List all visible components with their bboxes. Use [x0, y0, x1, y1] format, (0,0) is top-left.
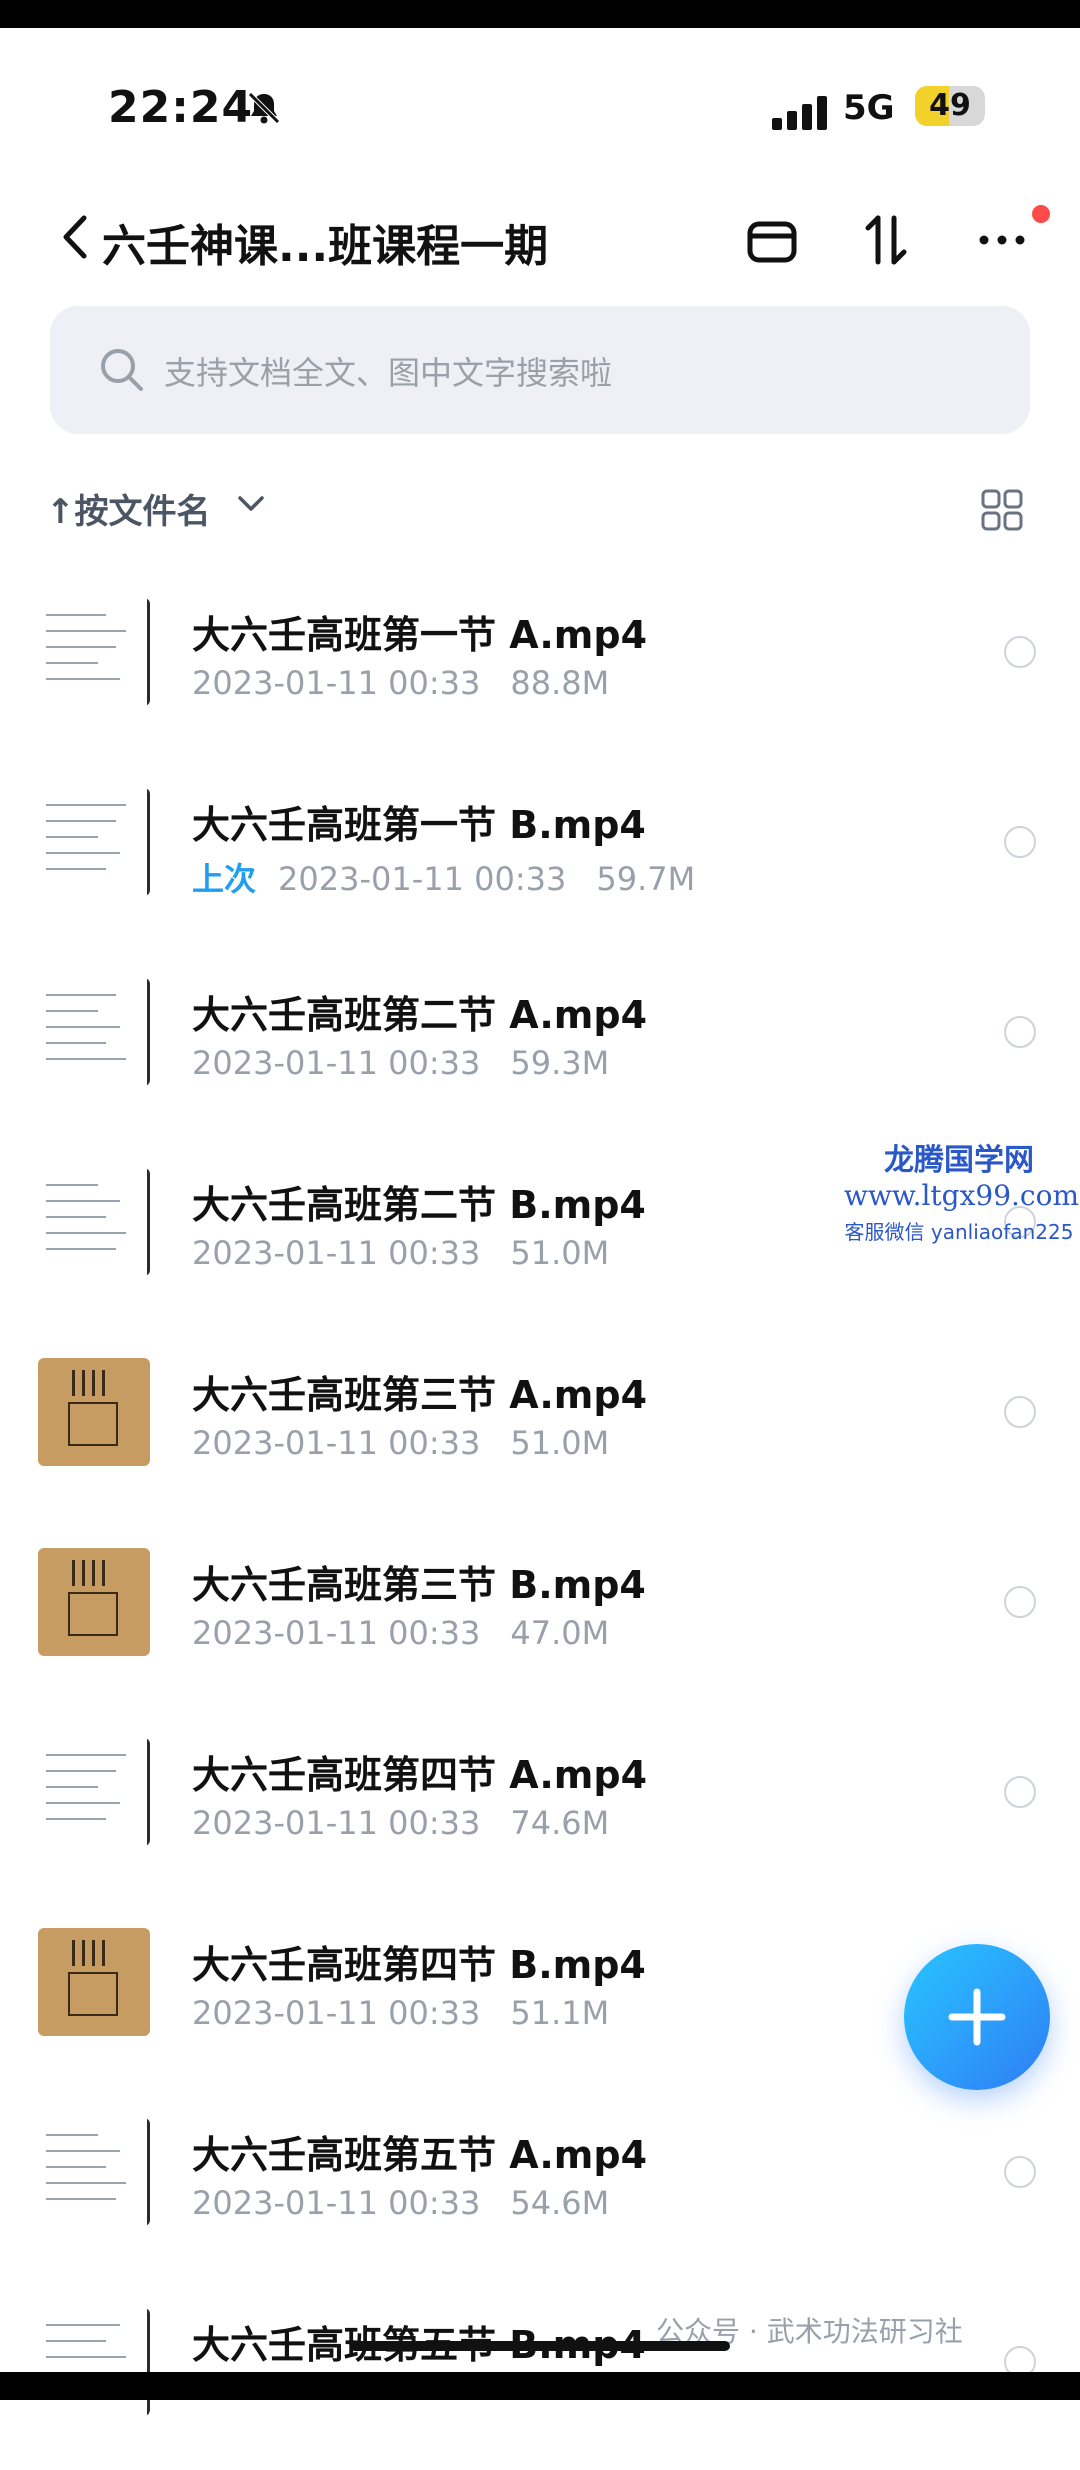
watermark-url: www.ltgx99.com: [844, 1179, 1080, 1212]
watermark: 龙腾国学网 www.ltgx99.com 客服微信 yanliaofan225: [844, 1135, 1080, 1245]
file-row[interactable]: 大六壬高班第三节 A.mp4 2023-01-11 00:33 51.0M: [0, 1330, 1080, 1520]
file-size: 74.6M: [510, 1804, 610, 1842]
watermark-title: 龙腾国学网: [884, 1143, 1034, 1178]
file-name: 大六壬高班第一节 A.mp4: [192, 613, 648, 657]
grid-view-icon[interactable]: [980, 488, 1024, 532]
file-thumbnail: [38, 1738, 150, 1846]
file-meta: 2023-01-11 00:33 51.0M: [192, 1234, 609, 1272]
file-name: 大六壬高班第四节 B.mp4: [192, 1943, 646, 1987]
sort-by-name-button[interactable]: ↑按文件名: [46, 484, 211, 533]
battery-level: 49: [929, 88, 971, 123]
file-name: 大六壬高班第二节 B.mp4: [192, 1183, 646, 1227]
file-thumbnail: [38, 978, 150, 1086]
sort-arrows-icon[interactable]: [856, 210, 916, 270]
recent-badge: 上次: [192, 860, 257, 898]
file-size: 51.0M: [510, 1234, 610, 1272]
signal-bars-icon: [772, 96, 827, 130]
file-date: 2023-01-11 00:33: [192, 2184, 481, 2222]
more-dots-icon[interactable]: [972, 210, 1032, 270]
file-meta: 2023-01-11 00:33 74.6M: [192, 1804, 609, 1842]
search-icon: [101, 349, 143, 391]
file-date: 2023-01-11 00:33: [192, 1994, 481, 2032]
chevron-down-icon[interactable]: [237, 494, 265, 514]
file-row[interactable]: 大六壬高班第二节 A.mp4 2023-01-11 00:33 59.3M: [0, 950, 1080, 1140]
select-radio[interactable]: [1004, 2156, 1036, 2188]
select-radio[interactable]: [1004, 1586, 1036, 1618]
file-meta: 2023-01-11 00:33 47.0M: [192, 1614, 609, 1652]
sort-bar: ↑按文件名: [0, 470, 1080, 540]
file-meta: 2023-01-11 00:33 88.8M: [192, 664, 609, 702]
file-date: 2023-01-11 00:33: [192, 1614, 481, 1652]
file-size: 47.0M: [510, 1614, 610, 1652]
file-meta: 2023-01-11 00:33 51.1M: [192, 1994, 609, 2032]
network-type: 5G: [843, 88, 895, 128]
file-thumbnail: [38, 2118, 150, 2226]
bottom-frame: [0, 2372, 1080, 2400]
page-title: 六壬神课...班课程一期: [102, 221, 549, 272]
nav-header: 六壬神课...班课程一期: [0, 200, 1080, 280]
file-thumbnail: [38, 788, 150, 896]
watermark-contact: 客服微信 yanliaofan225: [844, 1220, 1074, 1244]
file-size: 88.8M: [510, 664, 610, 702]
search-placeholder: 支持文档全文、图中文字搜索啦: [164, 354, 613, 392]
battery-indicator: 49: [915, 86, 985, 126]
file-thumbnail: [38, 1928, 150, 2036]
status-time: 22:24: [108, 82, 254, 133]
file-size: 51.1M: [510, 1994, 610, 2032]
file-size: 59.3M: [510, 1044, 610, 1082]
file-date: 2023-01-11 00:33: [278, 860, 567, 898]
file-date: 2023-01-11 00:33: [192, 1804, 481, 1842]
file-row[interactable]: 大六壬高班第一节 B.mp4 上次 2023-01-11 00:33 59.7M: [0, 760, 1080, 950]
status-bar: 22:24 5G 49: [0, 60, 1080, 160]
file-thumbnail: [38, 1358, 150, 1466]
plus-icon: [948, 1988, 1006, 2046]
file-thumbnail: [38, 1168, 150, 1276]
select-radio[interactable]: [1004, 1776, 1036, 1808]
file-row[interactable]: 大六壬高班第四节 A.mp4 2023-01-11 00:33 74.6M: [0, 1710, 1080, 1900]
select-radio[interactable]: [1004, 1396, 1036, 1428]
file-meta: 2023-01-11 00:33 59.3M: [192, 1044, 609, 1082]
file-row[interactable]: 大六壬高班第三节 B.mp4 2023-01-11 00:33 47.0M: [0, 1520, 1080, 1710]
file-meta: 2023-01-11 00:33 54.6M: [192, 2184, 609, 2222]
notification-dot: [1032, 205, 1050, 223]
file-size: 54.6M: [510, 2184, 610, 2222]
file-size: 51.0M: [510, 1424, 610, 1462]
file-thumbnail: [38, 1548, 150, 1656]
file-name: 大六壬高班第三节 A.mp4: [192, 1373, 648, 1417]
select-radio[interactable]: [1004, 1016, 1036, 1048]
file-name: 大六壬高班第四节 A.mp4: [192, 1753, 648, 1797]
file-date: 2023-01-11 00:33: [192, 1044, 481, 1082]
bell-off-icon: [248, 92, 280, 124]
chevron-left-icon[interactable]: [58, 212, 92, 262]
file-row[interactable]: 大六壬高班第五节 A.mp4 2023-01-11 00:33 54.6M: [0, 2090, 1080, 2280]
search-input[interactable]: 支持文档全文、图中文字搜索啦: [50, 306, 1030, 434]
file-thumbnail: [38, 598, 150, 706]
file-name: 大六壬高班第三节 B.mp4: [192, 1563, 646, 1607]
add-button[interactable]: [904, 1944, 1050, 2090]
file-row[interactable]: 大六壬高班第一节 A.mp4 2023-01-11 00:33 88.8M: [0, 570, 1080, 760]
file-size: 59.7M: [596, 860, 696, 898]
file-meta: 上次 2023-01-11 00:33 59.7M: [192, 854, 695, 900]
file-date: 2023-01-11 00:33: [192, 1424, 481, 1462]
file-name: 大六壬高班第一节 B.mp4: [192, 803, 646, 847]
file-name: 大六壬高班第五节 A.mp4: [192, 2133, 648, 2177]
file-date: 2023-01-11 00:33: [192, 664, 481, 702]
select-radio[interactable]: [1004, 636, 1036, 668]
top-frame: [0, 0, 1080, 28]
home-indicator[interactable]: [350, 2341, 730, 2351]
select-radio[interactable]: [1004, 826, 1036, 858]
file-date: 2023-01-11 00:33: [192, 1234, 481, 1272]
file-meta: 2023-01-11 00:33 51.0M: [192, 1424, 609, 1462]
file-name: 大六壬高班第二节 A.mp4: [192, 993, 648, 1037]
panel-icon[interactable]: [742, 210, 802, 270]
